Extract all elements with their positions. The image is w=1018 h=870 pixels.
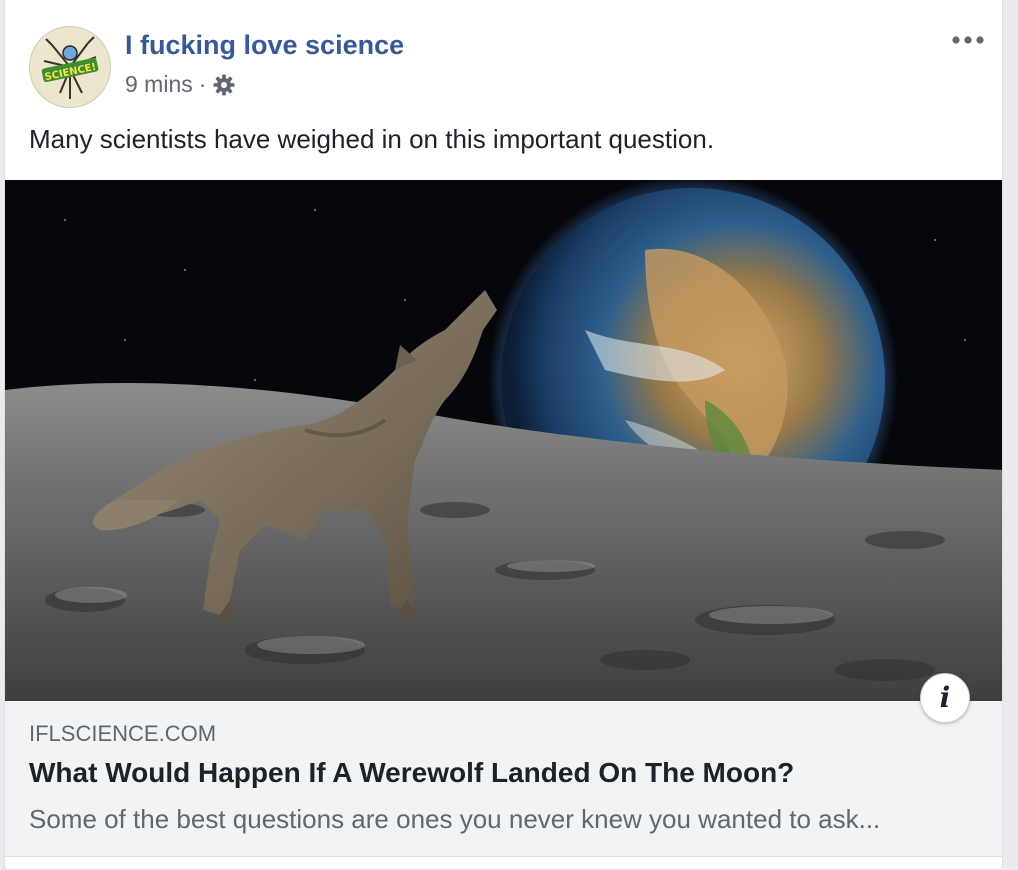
feed-post: SCIENCE! I fucking love science 9 mins · xyxy=(4,0,1003,870)
page-name-link[interactable]: I fucking love science xyxy=(125,30,404,61)
more-options-ellipsis-icon[interactable] xyxy=(948,28,988,52)
gear-icon[interactable] xyxy=(212,73,236,97)
link-title[interactable]: What Would Happen If A Werewolf Landed O… xyxy=(29,757,794,789)
post-caption: Many scientists have weighed in on this … xyxy=(29,124,715,154)
link-domain: IFLSCIENCE.COM xyxy=(29,721,217,746)
wolf-on-moon-image xyxy=(5,180,1002,701)
avatar[interactable]: SCIENCE! xyxy=(29,26,111,108)
meta-separator: · xyxy=(198,71,207,97)
post-timestamp[interactable]: 9 mins xyxy=(125,71,193,98)
science-logo-icon: SCIENCE! xyxy=(30,27,110,107)
post-image[interactable] xyxy=(5,180,1002,701)
info-icon[interactable]: i xyxy=(920,673,970,723)
post-header: SCIENCE! I fucking love science 9 mins · xyxy=(5,0,1002,120)
link-preview[interactable]: IFLSCIENCE.COM What Would Happen If A We… xyxy=(5,701,1002,857)
link-description: Some of the best questions are ones you … xyxy=(29,804,881,834)
post-meta: 9 mins · xyxy=(125,71,236,98)
